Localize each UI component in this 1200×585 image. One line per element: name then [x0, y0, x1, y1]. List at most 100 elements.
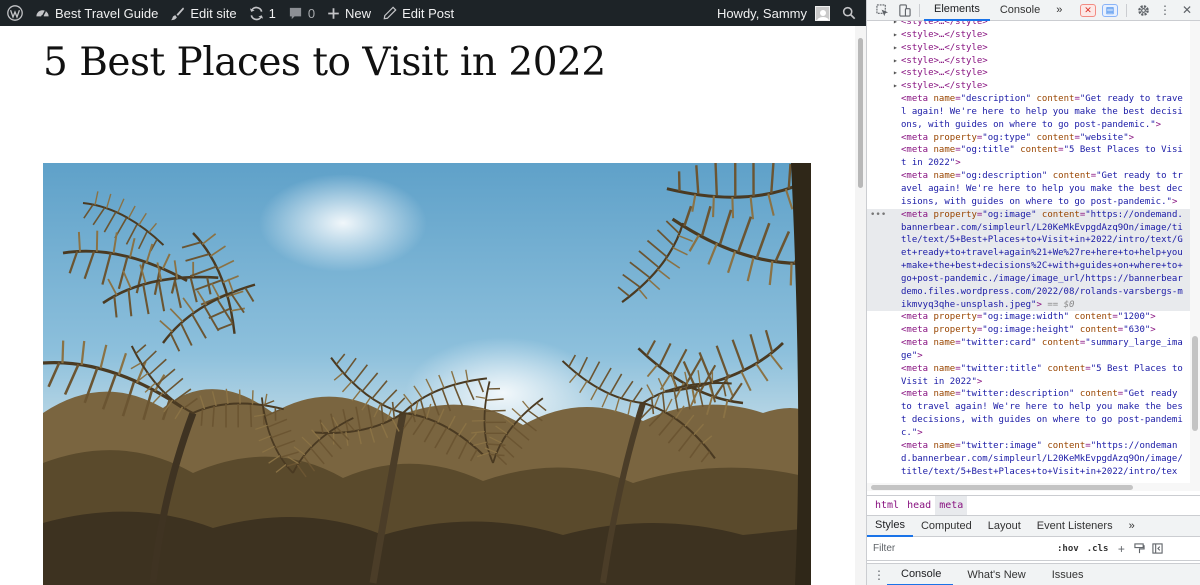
howdy-greeting: Howdy, Sammy — [716, 5, 807, 21]
meta-node[interactable]: <meta name="twitter:image" content="http… — [867, 440, 1200, 453]
meta-node[interactable]: avel again! We're here to help you make … — [867, 183, 1200, 196]
close-icon[interactable]: ✕ — [1176, 0, 1198, 21]
admin-bar-new[interactable]: New — [321, 0, 377, 26]
meta-node[interactable]: <meta name="description" content="Get re… — [867, 93, 1200, 106]
styles-filter-input[interactable] — [873, 543, 1053, 554]
meta-node[interactable]: <meta property="og:image:height" content… — [867, 324, 1200, 337]
meta-node-selected[interactable]: +make+the+best+decisions%2C+with+guides+… — [867, 260, 1200, 273]
devtools-panel: Elements Console » ✕ ▤ ⋮ ✕ <style>…</sty… — [866, 0, 1200, 585]
plus-icon — [328, 7, 339, 19]
meta-node[interactable]: to travel again! We're here to help you … — [867, 401, 1200, 414]
elements-horizontal-scrollbar-thumb[interactable] — [871, 485, 1133, 490]
settings-gear-icon[interactable] — [1132, 0, 1154, 21]
meta-node[interactable]: l again! We're here to help you make the… — [867, 106, 1200, 119]
meta-node-selected[interactable]: ikmvyq3qhe-unsplash.jpeg"> == $0 — [867, 298, 1200, 312]
meta-node[interactable]: <meta property="og:type" content="websit… — [867, 132, 1200, 145]
admin-bar-search[interactable] — [836, 0, 866, 26]
admin-bar-comments[interactable]: 0 — [282, 0, 321, 26]
page-scrollbar[interactable] — [855, 26, 866, 585]
add-rule-plus-icon[interactable]: + — [1112, 539, 1130, 559]
meta-node[interactable]: <meta name="twitter:description" content… — [867, 388, 1200, 401]
search-icon — [842, 6, 856, 20]
meta-node[interactable]: t in 2022"> — [867, 157, 1200, 170]
kebab-menu-icon[interactable]: ⋮ — [1154, 0, 1176, 21]
brush-icon — [171, 6, 185, 20]
toolbar-divider-2 — [1126, 3, 1127, 17]
admin-bar-edit-post[interactable]: Edit Post — [377, 0, 460, 26]
meta-node[interactable]: <meta property="og:image:width" content=… — [867, 311, 1200, 324]
inspect-element-icon[interactable] — [871, 0, 893, 21]
tab-elements[interactable]: Elements — [924, 0, 990, 21]
page-scrollbar-thumb[interactable] — [858, 38, 863, 188]
meta-node[interactable]: isions, with guides on where to go post-… — [867, 196, 1200, 209]
breadcrumb-head[interactable]: head — [903, 496, 935, 516]
message-icon: ▤ — [1105, 4, 1115, 15]
meta-node-selected[interactable]: go+post-pandemic./image/image_url/https:… — [867, 272, 1200, 286]
tab-styles[interactable]: Styles — [867, 516, 913, 537]
paint-roller-icon[interactable] — [1130, 539, 1148, 559]
meta-node-selected[interactable]: demo.files.wordpress.com/2022/08/rolands… — [867, 285, 1200, 299]
breadcrumb-html[interactable]: html — [871, 496, 903, 516]
meta-node-selected[interactable]: ••• <meta property="og:image" content="ht… — [867, 208, 1200, 222]
meta-node[interactable]: <meta name="og:description" content="Get… — [867, 170, 1200, 183]
toolbar-divider — [919, 3, 920, 17]
drawer-tab-console[interactable]: Console — [887, 564, 954, 585]
style-node[interactable]: <style>…</style> — [867, 42, 1200, 55]
style-node[interactable]: <style>…</style> — [867, 55, 1200, 68]
hov-toggle-button[interactable]: :hov — [1053, 544, 1083, 554]
updates-count: 1 — [268, 5, 276, 21]
meta-node[interactable]: <meta name="twitter:card" content="summa… — [867, 337, 1200, 350]
meta-node[interactable]: title/text/5+Best+Places+to+Visit+in+202… — [867, 466, 1200, 479]
elements-vertical-scrollbar[interactable] — [1190, 21, 1200, 483]
meta-node[interactable]: c."> — [867, 427, 1200, 440]
tab-console[interactable]: Console — [990, 0, 1050, 21]
breadcrumb-meta[interactable]: meta — [935, 495, 968, 516]
site-preview: Best Travel Guide Edit site 1 0 New Edit… — [0, 0, 866, 585]
tab-event-listeners[interactable]: Event Listeners — [1029, 516, 1121, 537]
elements-vertical-scrollbar-thumb[interactable] — [1192, 336, 1198, 431]
new-label: New — [345, 5, 372, 21]
admin-bar-edit-site[interactable]: Edit site — [164, 0, 242, 26]
meta-node-selected[interactable]: tle/text/5+Best+Places+to+Visit+in+2022/… — [867, 234, 1200, 248]
admin-bar-site-name[interactable]: Best Travel Guide — [29, 0, 164, 26]
style-node[interactable]: <style>…</style> — [867, 80, 1200, 93]
elements-tree[interactable]: <style>…</style><style>…</style><style>…… — [867, 21, 1200, 483]
wordpress-logo-icon[interactable] — [0, 0, 29, 26]
breadcrumb: html head meta — [867, 495, 1200, 516]
styles-pane-tabs: Styles Computed Layout Event Listeners » — [867, 515, 1200, 537]
tab-computed[interactable]: Computed — [913, 516, 980, 537]
meta-node[interactable]: t decisions, with guides on where to go … — [867, 414, 1200, 427]
admin-bar-account[interactable]: Howdy, Sammy — [711, 0, 836, 26]
meta-node[interactable]: Visit in 2022"> — [867, 376, 1200, 389]
drawer-tab-whats-new[interactable]: What's New — [953, 564, 1037, 585]
style-node[interactable]: <style>…</style> — [867, 21, 1200, 29]
dom-tree-rows: <style>…</style><style>…</style><style>…… — [867, 21, 1200, 478]
tab-layout[interactable]: Layout — [980, 516, 1029, 537]
error-icon: ✕ — [1084, 4, 1092, 15]
message-badge[interactable]: ▤ — [1102, 3, 1118, 17]
more-tabs-button[interactable]: » — [1050, 0, 1068, 21]
toggle-sidebar-icon[interactable] — [1148, 539, 1166, 559]
meta-node[interactable]: ge"> — [867, 350, 1200, 363]
meta-node[interactable]: <meta name="twitter:title" content="5 Be… — [867, 363, 1200, 376]
elements-horizontal-scrollbar[interactable] — [867, 483, 1200, 491]
style-node[interactable]: <style>…</style> — [867, 67, 1200, 80]
edit-post-label: Edit Post — [402, 5, 455, 21]
meta-node[interactable]: d.bannerbear.com/simpleurl/L20KeMkEvpgdA… — [867, 453, 1200, 466]
style-node[interactable]: <style>…</style> — [867, 29, 1200, 42]
meta-node[interactable]: ons, with guides on where to go post-pan… — [867, 119, 1200, 132]
edit-site-label: Edit site — [190, 5, 237, 21]
meta-node-selected[interactable]: et+ready+to+travel+again%21+We%27re+here… — [867, 247, 1200, 261]
drawer-tab-issues[interactable]: Issues — [1038, 564, 1096, 585]
avatar — [815, 5, 830, 21]
error-badge[interactable]: ✕ — [1080, 3, 1096, 17]
meta-node[interactable]: <meta name="og:title" content="5 Best Pl… — [867, 144, 1200, 157]
meta-node-selected[interactable]: bannerbear.com/simpleurl/L20KeMkEvpgdAzq… — [867, 221, 1200, 235]
styles-more-tabs-button[interactable]: » — [1121, 516, 1143, 537]
device-toolbar-icon[interactable] — [893, 0, 915, 21]
devtools-drawer: ⋮ Console What's New Issues — [867, 563, 1200, 585]
cls-toggle-button[interactable]: .cls — [1083, 544, 1113, 554]
admin-bar-updates[interactable]: 1 — [243, 0, 282, 26]
updates-icon — [249, 6, 263, 20]
drawer-menu-icon[interactable]: ⋮ — [871, 564, 887, 585]
